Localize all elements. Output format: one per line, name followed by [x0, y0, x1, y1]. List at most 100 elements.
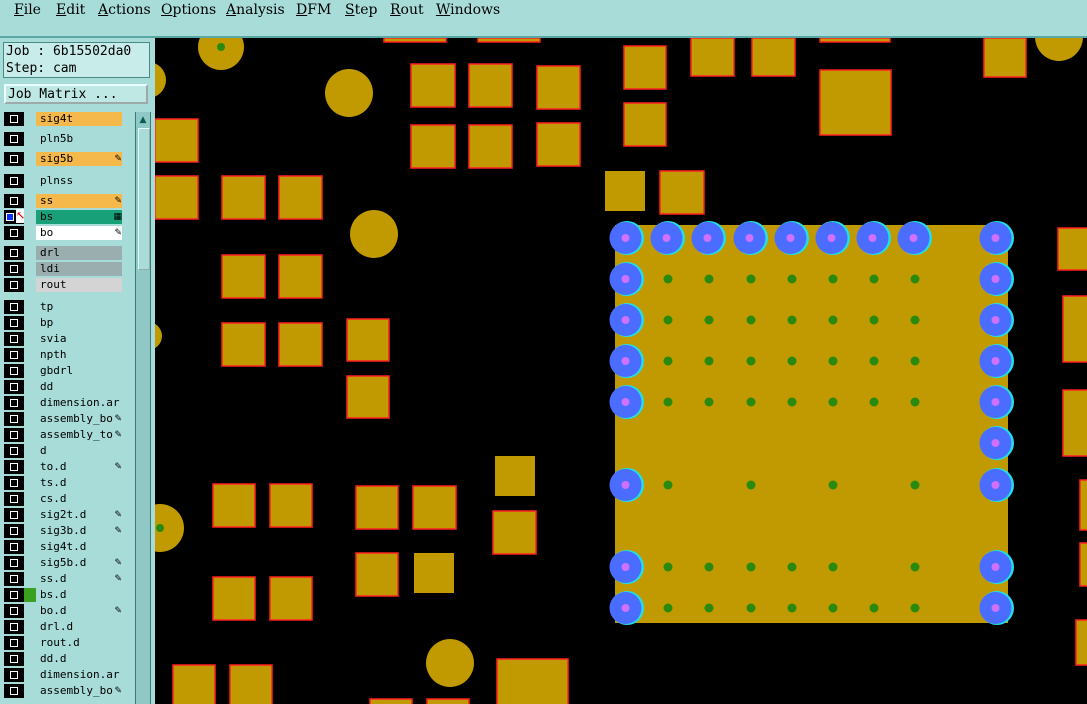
pcb-view[interactable]: [155, 38, 1087, 704]
layer-checkbox[interactable]: [4, 278, 24, 292]
layer-checkbox[interactable]: [4, 364, 24, 378]
layer-row[interactable]: assembly_bo ✎: [4, 684, 124, 698]
layer-row[interactable]: to.d ✎: [4, 460, 124, 474]
layer-checkbox[interactable]: [4, 174, 24, 188]
dot: [663, 356, 673, 366]
layer-row[interactable]: rout: [4, 278, 124, 292]
layer-checkbox[interactable]: [4, 262, 24, 276]
layer-checkbox[interactable]: [4, 652, 24, 666]
layer-checkbox[interactable]: [4, 412, 24, 426]
layer-checkbox[interactable]: [4, 684, 24, 698]
layer-checkbox[interactable]: [4, 226, 24, 240]
layer-row[interactable]: sig3b.d ✎: [4, 524, 124, 538]
layer-row[interactable]: gbdrl: [4, 364, 124, 378]
menu-options[interactable]: Options: [161, 2, 216, 18]
pen-icon: ✎: [114, 558, 122, 568]
layer-name: dd.d: [36, 652, 122, 666]
smd-pad: [1079, 479, 1087, 531]
layer-row[interactable]: sig2t.d ✎: [4, 508, 124, 522]
layer-checkbox[interactable]: [4, 444, 24, 458]
layer-checkbox[interactable]: [4, 524, 24, 538]
layer-checkbox[interactable]: [4, 604, 24, 618]
layer-checkbox[interactable]: [4, 152, 24, 166]
layer-checkbox[interactable]: [4, 668, 24, 682]
layer-checkbox[interactable]: [4, 380, 24, 394]
layer-checkbox[interactable]: [4, 132, 24, 146]
dot: [663, 315, 673, 325]
menu-actions[interactable]: Actions: [98, 2, 151, 18]
layer-row[interactable]: sig4t: [4, 112, 124, 126]
menu-windows[interactable]: Windows: [436, 2, 500, 18]
layer-row[interactable]: ldi: [4, 262, 124, 276]
layer-row[interactable]: assembly_to ✎: [4, 428, 124, 442]
dot: [746, 480, 756, 490]
layer-checkbox[interactable]: [4, 300, 24, 314]
layer-checkbox[interactable]: [4, 556, 24, 570]
scroll-thumb[interactable]: [138, 128, 150, 270]
layer-checkbox[interactable]: ↖: [4, 209, 25, 224]
layer-row[interactable]: dimension.ar: [4, 668, 124, 682]
layer-row[interactable]: drl.d: [4, 620, 124, 634]
layer-row[interactable]: sig4t.d: [4, 540, 124, 554]
layer-checkbox[interactable]: [4, 460, 24, 474]
layer-checkbox[interactable]: [4, 194, 24, 208]
menu-rout[interactable]: Rout: [390, 2, 424, 18]
layer-checkbox[interactable]: [4, 636, 24, 650]
layer-checkbox[interactable]: [4, 396, 24, 410]
menu-step[interactable]: Step: [345, 2, 377, 18]
menu-dfm[interactable]: DFM: [296, 2, 331, 18]
layer-checkbox[interactable]: [4, 620, 24, 634]
layer-row[interactable]: d: [4, 444, 124, 458]
via-center: [662, 234, 671, 242]
layer-checkbox[interactable]: [4, 588, 24, 602]
layer-checkbox[interactable]: [4, 492, 24, 506]
layer-name: ss: [36, 194, 122, 208]
layer-checkbox[interactable]: [4, 508, 24, 522]
layer-scrollbar[interactable]: ▲: [135, 112, 151, 704]
layer-row[interactable]: bo.d ✎: [4, 604, 124, 618]
layer-row[interactable]: bo ✎: [4, 226, 124, 240]
layer-checkbox[interactable]: [4, 316, 24, 330]
smd-pad: [536, 122, 581, 167]
layer-row[interactable]: svia: [4, 332, 124, 346]
layer-row[interactable]: sig5b.d ✎: [4, 556, 124, 570]
scroll-up-arrow-icon[interactable]: ▲: [137, 114, 149, 126]
layer-name: bs.d: [36, 588, 122, 602]
layer-checkbox[interactable]: [4, 348, 24, 362]
layer-checkbox[interactable]: [4, 428, 24, 442]
layer-checkbox[interactable]: [4, 572, 24, 586]
menu-edit[interactable]: Edit: [56, 2, 85, 18]
layer-checkbox[interactable]: [4, 332, 24, 346]
layer-row[interactable]: sig5b ✎: [4, 152, 124, 166]
layer-checkbox[interactable]: [4, 540, 24, 554]
layer-row[interactable]: plnss: [4, 174, 124, 188]
layer-row[interactable]: tp: [4, 300, 124, 314]
menu-analysis[interactable]: Analysis: [226, 2, 285, 18]
smd-pad: [690, 38, 735, 77]
layer-row[interactable]: ts.d: [4, 476, 124, 490]
layer-row[interactable]: npth: [4, 348, 124, 362]
menu-file[interactable]: File: [14, 2, 41, 18]
job-matrix-button[interactable]: Job Matrix ...: [4, 84, 148, 104]
layer-row[interactable]: bs.d: [4, 588, 124, 602]
smd-pad: [412, 485, 457, 530]
dot: [663, 480, 673, 490]
graphics-canvas[interactable]: [155, 38, 1087, 704]
layer-row[interactable]: ss ✎: [4, 194, 124, 208]
layer-checkbox[interactable]: [4, 476, 24, 490]
layer-row[interactable]: dd.d: [4, 652, 124, 666]
layer-row[interactable]: rout.d: [4, 636, 124, 650]
round-pad: [1035, 38, 1083, 61]
layer-row[interactable]: dd: [4, 380, 124, 394]
layer-row[interactable]: dimension.ar: [4, 396, 124, 410]
smd-pad: [1062, 389, 1087, 457]
layer-checkbox[interactable]: [4, 246, 24, 260]
layer-row[interactable]: bp: [4, 316, 124, 330]
layer-checkbox[interactable]: [4, 112, 24, 126]
layer-row[interactable]: cs.d: [4, 492, 124, 506]
layer-row[interactable]: ss.d ✎: [4, 572, 124, 586]
layer-row[interactable]: pln5b: [4, 132, 124, 146]
layer-row[interactable]: assembly_bo ✎: [4, 412, 124, 426]
layer-row[interactable]: drl: [4, 246, 124, 260]
layer-row[interactable]: ↖ bs ▦: [4, 209, 124, 224]
